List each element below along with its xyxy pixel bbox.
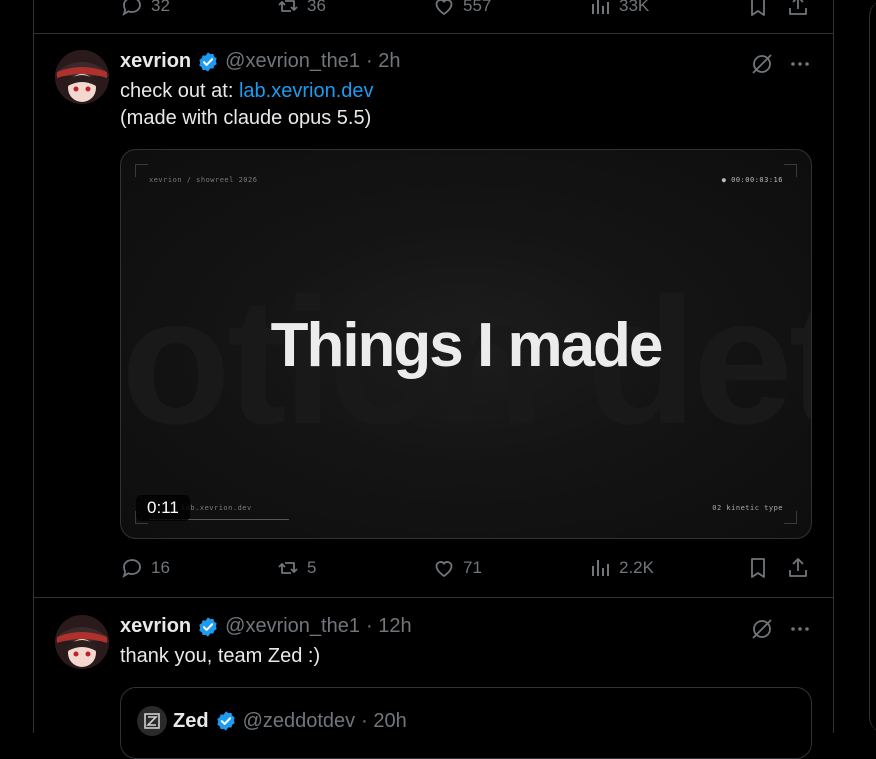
like-button[interactable]: 71 — [432, 556, 482, 580]
post-link[interactable]: lab.xevrion.dev — [239, 80, 374, 102]
video-bottom-left-label: lab.xevrion.dev — [181, 504, 252, 512]
share-icon — [789, 558, 807, 577]
post-text: thank you, team Zed :) — [120, 645, 321, 667]
repost-icon — [278, 0, 298, 12]
grok-icon[interactable] — [750, 617, 774, 641]
post-divider — [34, 33, 833, 34]
reply-count: 32 — [151, 0, 170, 15]
frame-corner — [784, 164, 797, 177]
video-headline: Things I made — [270, 311, 664, 380]
reply-icon — [122, 559, 141, 578]
post-divider — [34, 597, 833, 598]
views-button[interactable]: 2.2K — [588, 556, 654, 580]
more-options-icon[interactable] — [788, 617, 812, 641]
grok-icon[interactable] — [750, 52, 774, 76]
prev-post-action-bar: 32 36 557 33K — [120, 0, 810, 18]
right-sidebar-card-edge — [869, 0, 876, 733]
quoted-post-header: Zed @zeddotdev · 20h — [137, 706, 407, 736]
video-player[interactable]: xevrion / showreel 2026 ● 00:00:03:16 ot… — [120, 149, 812, 539]
author-handle[interactable]: @xevrion_the1 — [225, 615, 360, 638]
repost-count: 36 — [307, 0, 326, 15]
reply-button[interactable]: 16 — [120, 556, 170, 580]
avatar[interactable] — [55, 50, 109, 104]
quoted-post[interactable]: Zed @zeddotdev · 20h — [120, 687, 812, 759]
like-count: 557 — [463, 0, 492, 15]
share-button[interactable] — [786, 0, 810, 18]
video-bottom-right-label: 02 kinetic type — [712, 504, 783, 512]
bookmark-button[interactable] — [746, 556, 770, 580]
post-text-line2: (made with claude opus 5.5) — [120, 107, 372, 129]
avatar[interactable] — [55, 615, 109, 669]
views-button[interactable]: 33K — [588, 0, 649, 18]
post-text: check out at: lab.xevrion.dev (made with… — [120, 78, 374, 132]
verified-badge-icon — [215, 710, 237, 732]
bookmark-icon — [751, 558, 765, 578]
post-text-prefix: check out at: — [120, 80, 239, 102]
post-top-right-actions — [750, 52, 812, 76]
quoted-post-time[interactable]: · 20h — [361, 710, 407, 733]
views-chart-icon — [592, 0, 609, 14]
author-name[interactable]: xevrion — [120, 615, 191, 638]
verified-badge-icon — [197, 51, 219, 73]
timeline-column: 32 36 557 33K xevrion @xevrion_the1 · 2h… — [33, 0, 834, 759]
share-button[interactable] — [786, 556, 810, 580]
bookmark-icon — [751, 0, 765, 16]
views-count: 2.2K — [619, 558, 654, 577]
views-count: 33K — [619, 0, 650, 15]
zed-logo-icon — [137, 706, 167, 736]
like-count: 71 — [463, 558, 482, 577]
avatar-anime-icon — [55, 50, 109, 104]
repost-button[interactable]: 36 — [276, 0, 326, 18]
quoted-author-name[interactable]: Zed — [173, 710, 209, 733]
bookmark-button[interactable] — [746, 0, 770, 18]
post-header: xevrion @xevrion_the1 · 12h — [120, 615, 412, 638]
frame-corner — [784, 511, 797, 524]
repost-count: 5 — [307, 558, 317, 577]
avatar-anime-icon — [55, 615, 109, 669]
like-button[interactable]: 557 — [432, 0, 491, 18]
repost-button[interactable]: 5 — [276, 556, 316, 580]
verified-badge-icon — [197, 616, 219, 638]
post-time[interactable]: · 12h — [366, 615, 412, 638]
reply-icon — [122, 0, 141, 16]
video-timecode: ● 00:00:03:16 — [721, 176, 783, 184]
more-options-icon[interactable] — [788, 52, 812, 76]
frame-corner — [135, 164, 148, 177]
author-handle[interactable]: @xevrion_the1 — [225, 50, 360, 73]
views-chart-icon — [592, 560, 609, 576]
post-top-right-actions — [750, 617, 812, 641]
author-name[interactable]: xevrion — [120, 50, 191, 73]
heart-icon — [435, 0, 453, 16]
quoted-author-handle[interactable]: @zeddotdev — [243, 710, 356, 733]
post-header: xevrion @xevrion_the1 · 2h — [120, 50, 400, 73]
post-time[interactable]: · 2h — [366, 50, 400, 73]
video-duration: 0:11 — [136, 495, 190, 521]
repost-icon — [278, 562, 298, 574]
reply-count: 16 — [151, 558, 170, 577]
reply-button[interactable]: 32 — [120, 0, 170, 18]
video-top-left-label: xevrion / showreel 2026 — [149, 176, 258, 184]
post-action-bar: 16 5 71 2.2K — [120, 556, 810, 580]
heart-icon — [435, 561, 453, 578]
share-icon — [789, 0, 807, 15]
